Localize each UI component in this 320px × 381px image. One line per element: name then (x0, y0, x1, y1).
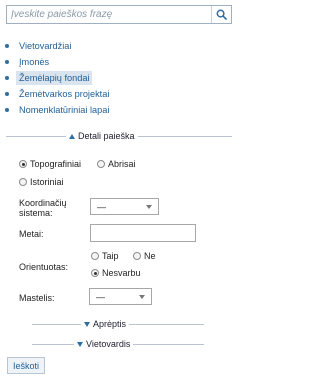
coord-system-select[interactable]: — (90, 198, 159, 215)
search-button[interactable] (211, 6, 231, 23)
radio-icon (19, 178, 27, 186)
year-label: Metai: (19, 229, 44, 239)
coord-system-value: — (97, 201, 106, 212)
scale-select[interactable]: — (89, 288, 152, 305)
nav-item-label: Žemėlapių fondai (16, 70, 93, 85)
nav-item-zemetvarkos-projektai[interactable]: Žemėtvarkos projektai (4, 87, 234, 102)
bullet-icon (5, 59, 9, 64)
nav-item-imones[interactable]: Įmonės (4, 54, 234, 69)
radio-istoriniai[interactable]: Istoriniai (19, 177, 64, 187)
collapse-arrow-icon (69, 133, 75, 139)
search-icon (216, 9, 227, 20)
place-name-toggle[interactable]: Vietovardis (74, 339, 134, 349)
detail-search-title: Detali paieška (78, 131, 135, 141)
expand-arrow-icon (84, 321, 90, 327)
detail-search-toggle[interactable]: Detali paieška (66, 131, 138, 141)
search-box (6, 5, 232, 24)
search-input[interactable] (7, 6, 212, 23)
radio-taip[interactable]: Taip (91, 251, 119, 261)
orientation-label: Orientuotas: (19, 262, 69, 272)
coord-system-label: Koordinačių sistema: (19, 198, 67, 218)
bullet-icon (5, 43, 9, 48)
nav-item-label: Vietovardžiai (19, 40, 72, 51)
radio-icon (133, 252, 141, 260)
place-name-title: Vietovardis (86, 339, 131, 349)
radio-icon (97, 160, 105, 168)
radio-topografiniai[interactable]: Topografiniai (19, 159, 81, 169)
nav-item-label: Nomenklatūriniai lapai (19, 105, 110, 116)
search-submit-button[interactable]: Ieškoti (7, 357, 46, 374)
nav-item-vietovardziai[interactable]: Vietovardžiai (4, 38, 234, 53)
nav-item-label: Įmonės (19, 56, 50, 67)
scope-title: Aprėptis (93, 319, 127, 329)
dropdown-arrow-icon (146, 205, 152, 209)
nav-item-zemelapiu-fondai[interactable]: Žemėlapių fondai (4, 70, 234, 85)
bullet-icon (5, 92, 9, 97)
bullet-icon (5, 108, 9, 113)
year-input[interactable] (90, 224, 196, 242)
category-nav: Vietovardžiai Įmonės Žemėlapių fondai Že… (4, 38, 234, 119)
radio-nesvarbu[interactable]: Nesvarbu (91, 268, 141, 278)
radio-icon (91, 252, 99, 260)
radio-selected-icon (91, 269, 99, 277)
radio-abrisai[interactable]: Abrisai (97, 159, 136, 169)
radio-selected-icon (19, 160, 27, 168)
expand-arrow-icon (77, 341, 83, 347)
scale-label: Mastelis: (19, 293, 55, 303)
radio-ne[interactable]: Ne (133, 251, 156, 261)
bullet-icon (5, 75, 9, 80)
scale-value: — (96, 291, 105, 302)
nav-item-label: Žemėtvarkos projektai (19, 89, 110, 100)
nav-item-nomenklaturiniai-lapai[interactable]: Nomenklatūriniai lapai (4, 103, 234, 118)
scope-toggle[interactable]: Aprėptis (81, 319, 130, 329)
dropdown-arrow-icon (139, 295, 145, 299)
